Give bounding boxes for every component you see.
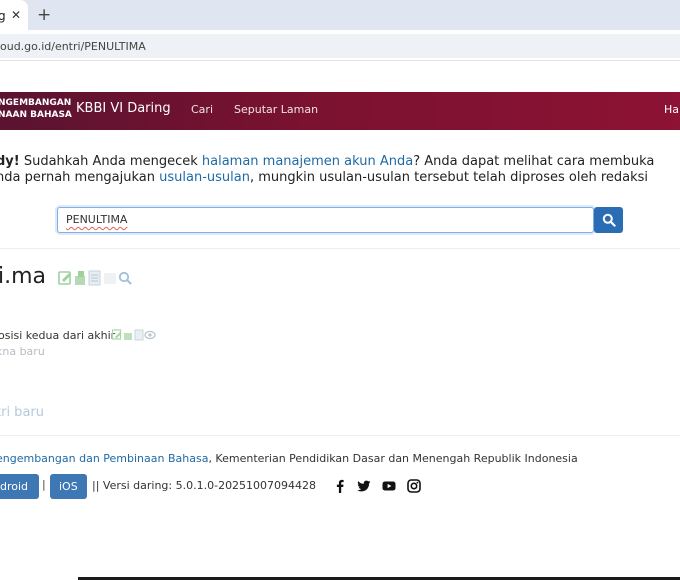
search-icon[interactable]	[118, 271, 132, 285]
tab-close-icon[interactable]: ✕	[11, 8, 21, 22]
new-tab-button[interactable]: +	[37, 5, 51, 25]
definition-text: osisi kedua dari akhir	[0, 329, 116, 342]
browser-tab-strip: g ✕ +	[0, 0, 680, 30]
notice-text: ? Anda dapat melihat cara membuka	[413, 154, 655, 169]
notice-greeting: dy!	[0, 154, 20, 169]
document-icon[interactable]	[88, 270, 101, 286]
url-text: oud.go.id/entri/PENULTIMA	[0, 40, 146, 53]
address-bar[interactable]: oud.go.id/entri/PENULTIMA	[0, 34, 680, 58]
divider	[0, 248, 680, 249]
search-icon	[602, 213, 616, 227]
footer-credits: engembangan dan Pembinaan Bahasa, Kement…	[0, 452, 578, 465]
brand-title[interactable]: KBBI VI Daring	[76, 101, 171, 116]
address-bar-area: oud.go.id/entri/PENULTIMA	[0, 30, 680, 61]
android-app-button[interactable]: droid	[0, 474, 39, 499]
facebook-icon[interactable]	[333, 479, 347, 493]
ios-app-button[interactable]: iOS	[50, 474, 87, 499]
notice-text: Sudahkah Anda mengecek	[19, 154, 202, 169]
entry-action-icons	[58, 270, 132, 286]
notice-line-1: dy! Sudahkah Anda mengecek halaman manaj…	[0, 154, 654, 169]
notice-text: , mungkin usulan-usulan tersebut telah d…	[250, 170, 649, 185]
logo-line-2: NAAN BAHASA	[0, 110, 72, 120]
document-icon[interactable]	[134, 329, 144, 341]
tab-title: g	[0, 9, 6, 23]
org-text: , Kementerian Pendidikan Dasar dan Menen…	[208, 452, 578, 465]
eye-icon[interactable]	[144, 330, 156, 340]
version-text: || Versi daring: 5.0.1.0-20251007094428	[92, 479, 317, 492]
definition-action-icons	[112, 329, 156, 341]
nav-item-seputar-laman[interactable]: Seputar Laman	[234, 103, 318, 116]
org-link[interactable]: engembangan dan Pembinaan Bahasa	[0, 452, 208, 465]
entry-title: i.ma	[0, 264, 47, 289]
logo-line-1: NGEMBANGAN	[0, 98, 72, 108]
new-subentry-link[interactable]: kna baru	[0, 345, 45, 358]
twitter-icon[interactable]	[357, 479, 371, 493]
ios-label: iOS	[59, 480, 78, 493]
separator: |	[42, 478, 46, 491]
youtube-icon[interactable]	[382, 479, 396, 493]
site-logo[interactable]: NGEMBANGAN NAAN BAHASA	[0, 97, 72, 121]
edit-icon[interactable]	[58, 271, 71, 285]
account-management-link[interactable]: halaman manajemen akun Anda	[202, 154, 413, 169]
list-icon[interactable]	[104, 273, 116, 284]
android-label: droid	[0, 480, 29, 493]
search-button[interactable]	[594, 207, 623, 233]
proposals-link[interactable]: usulan-usulan	[159, 170, 250, 185]
divider	[0, 435, 680, 436]
search-input[interactable]: PENULTIMA	[57, 207, 594, 233]
instagram-icon[interactable]	[407, 479, 421, 493]
nav-item-right[interactable]: Hal	[664, 103, 680, 116]
search-input-value: PENULTIMA	[66, 213, 128, 226]
site-navbar: NGEMBANGAN NAAN BAHASA KBBI VI Daring Ca…	[0, 92, 680, 130]
edit-icon[interactable]	[112, 329, 122, 340]
contribute-icon[interactable]	[124, 333, 132, 340]
contribute-icon[interactable]	[75, 271, 85, 285]
nav-item-cari[interactable]: Cari	[191, 103, 213, 116]
notice-text: nda pernah mengajukan	[0, 170, 160, 185]
notice-line-2: nda pernah mengajukan usulan-usulan, mun…	[0, 170, 648, 185]
new-entry-link[interactable]: tri baru	[0, 405, 44, 420]
browser-tab[interactable]: g ✕	[0, 0, 28, 30]
